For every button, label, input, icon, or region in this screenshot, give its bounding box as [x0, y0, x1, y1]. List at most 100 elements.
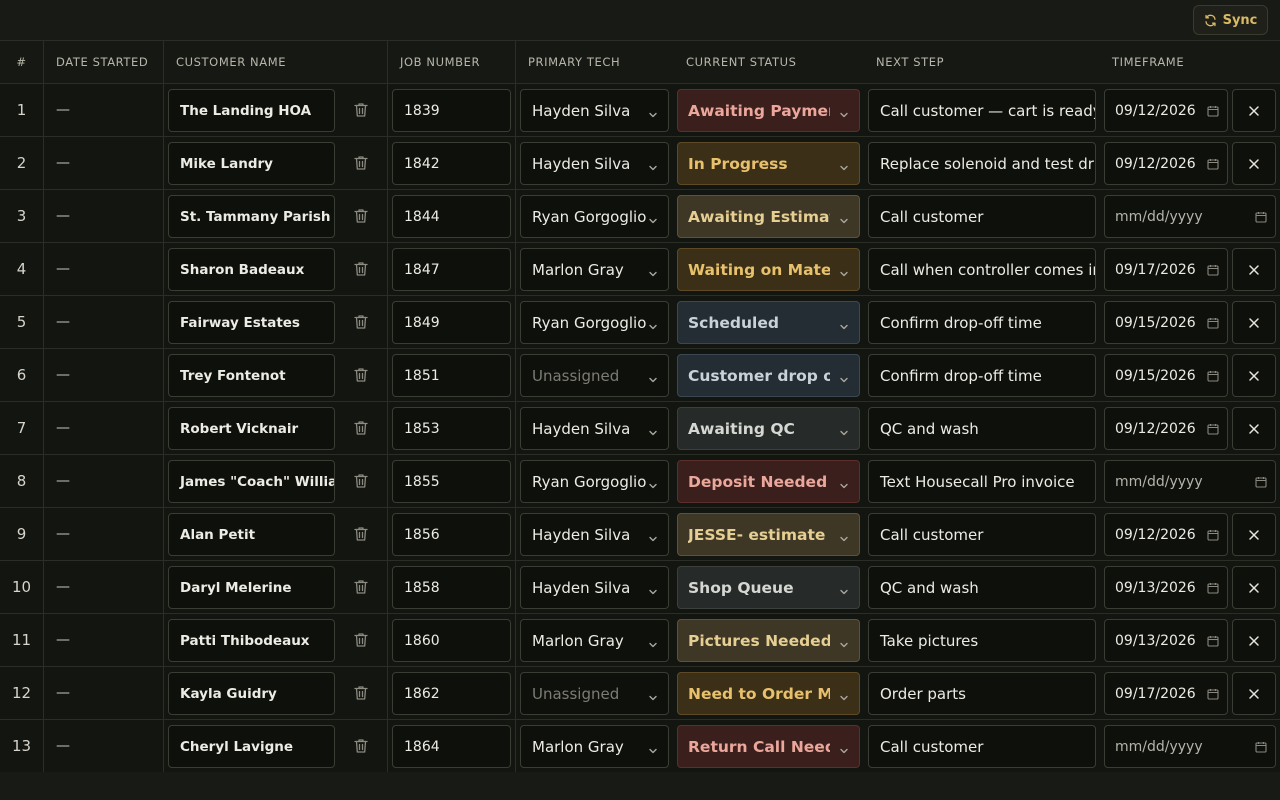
- job-number-input[interactable]: 1839: [392, 89, 511, 132]
- status-select[interactable]: Awaiting Payment: [677, 89, 860, 132]
- timeframe-date-input[interactable]: 09/12/2026: [1104, 407, 1228, 450]
- clear-date-button[interactable]: [1232, 301, 1276, 344]
- next-step-input[interactable]: Replace solenoid and test drive: [868, 142, 1096, 185]
- primary-tech-select[interactable]: Marlon Gray: [520, 248, 669, 291]
- customer-name-input[interactable]: James "Coach" Williams: [168, 460, 335, 503]
- timeframe-date-input[interactable]: mm/dd/yyyy: [1104, 460, 1276, 503]
- date-started-value[interactable]: —: [56, 190, 70, 242]
- calendar-icon[interactable]: [1207, 582, 1219, 594]
- date-started-value[interactable]: —: [56, 667, 70, 719]
- calendar-icon[interactable]: [1255, 741, 1267, 753]
- next-step-input[interactable]: Confirm drop-off time: [868, 354, 1096, 397]
- job-number-input[interactable]: 1853: [392, 407, 511, 450]
- trash-icon[interactable]: [352, 101, 370, 119]
- job-number-input[interactable]: 1842: [392, 142, 511, 185]
- clear-date-button[interactable]: [1232, 354, 1276, 397]
- job-number-input[interactable]: 1858: [392, 566, 511, 609]
- trash-icon[interactable]: [352, 525, 370, 543]
- trash-icon[interactable]: [352, 472, 370, 490]
- primary-tech-select[interactable]: Unassigned: [520, 354, 669, 397]
- trash-icon[interactable]: [352, 366, 370, 384]
- next-step-input[interactable]: Call customer — cart is ready: [868, 89, 1096, 132]
- timeframe-date-input[interactable]: 09/12/2026: [1104, 513, 1228, 556]
- status-select[interactable]: Pictures Needed: [677, 619, 860, 662]
- next-step-input[interactable]: Call when controller comes in: [868, 248, 1096, 291]
- primary-tech-select[interactable]: Hayden Silva: [520, 89, 669, 132]
- timeframe-date-input[interactable]: 09/15/2026: [1104, 354, 1228, 397]
- next-step-input[interactable]: Confirm drop-off time: [868, 301, 1096, 344]
- status-select[interactable]: Deposit Needed: [677, 460, 860, 503]
- customer-name-input[interactable]: Daryl Melerine: [168, 566, 335, 609]
- date-started-value[interactable]: —: [56, 561, 70, 613]
- calendar-icon[interactable]: [1207, 317, 1219, 329]
- date-started-value[interactable]: —: [56, 455, 70, 507]
- clear-date-button[interactable]: [1232, 566, 1276, 609]
- status-select[interactable]: Scheduled: [677, 301, 860, 344]
- trash-icon[interactable]: [352, 419, 370, 437]
- timeframe-date-input[interactable]: 09/12/2026: [1104, 89, 1228, 132]
- next-step-input[interactable]: Call customer: [868, 513, 1096, 556]
- calendar-icon[interactable]: [1255, 476, 1267, 488]
- clear-date-button[interactable]: [1232, 513, 1276, 556]
- primary-tech-select[interactable]: Marlon Gray: [520, 725, 669, 768]
- status-select[interactable]: JESSE- estimate needed: [677, 513, 860, 556]
- timeframe-date-input[interactable]: 09/15/2026: [1104, 301, 1228, 344]
- timeframe-date-input[interactable]: 09/17/2026: [1104, 248, 1228, 291]
- trash-icon[interactable]: [352, 684, 370, 702]
- status-select[interactable]: Customer drop off: [677, 354, 860, 397]
- clear-date-button[interactable]: [1232, 142, 1276, 185]
- calendar-icon[interactable]: [1207, 688, 1219, 700]
- status-select[interactable]: Need to Order Materials: [677, 672, 860, 715]
- next-step-input[interactable]: Call customer: [868, 195, 1096, 238]
- sync-button[interactable]: Sync: [1193, 5, 1268, 35]
- customer-name-input[interactable]: Robert Vicknair: [168, 407, 335, 450]
- customer-name-input[interactable]: Cheryl Lavigne: [168, 725, 335, 768]
- date-started-value[interactable]: —: [56, 349, 70, 401]
- timeframe-date-input[interactable]: 09/12/2026: [1104, 142, 1228, 185]
- status-select[interactable]: Waiting on Materials: [677, 248, 860, 291]
- trash-icon[interactable]: [352, 313, 370, 331]
- customer-name-input[interactable]: Sharon Badeaux: [168, 248, 335, 291]
- primary-tech-select[interactable]: Unassigned: [520, 672, 669, 715]
- date-started-value[interactable]: —: [56, 296, 70, 348]
- clear-date-button[interactable]: [1232, 407, 1276, 450]
- job-number-input[interactable]: 1849: [392, 301, 511, 344]
- timeframe-date-input[interactable]: 09/17/2026: [1104, 672, 1228, 715]
- customer-name-input[interactable]: Fairway Estates: [168, 301, 335, 344]
- status-select[interactable]: Awaiting QC: [677, 407, 860, 450]
- next-step-input[interactable]: Take pictures: [868, 619, 1096, 662]
- clear-date-button[interactable]: [1232, 619, 1276, 662]
- calendar-icon[interactable]: [1255, 211, 1267, 223]
- calendar-icon[interactable]: [1207, 529, 1219, 541]
- timeframe-date-input[interactable]: mm/dd/yyyy: [1104, 725, 1276, 768]
- date-started-value[interactable]: —: [56, 614, 70, 666]
- timeframe-date-input[interactable]: 09/13/2026: [1104, 619, 1228, 662]
- status-select[interactable]: Shop Queue: [677, 566, 860, 609]
- calendar-icon[interactable]: [1207, 158, 1219, 170]
- job-number-input[interactable]: 1844: [392, 195, 511, 238]
- next-step-input[interactable]: QC and wash: [868, 566, 1096, 609]
- customer-name-input[interactable]: Trey Fontenot: [168, 354, 335, 397]
- date-started-value[interactable]: —: [56, 243, 70, 295]
- calendar-icon[interactable]: [1207, 370, 1219, 382]
- job-number-input[interactable]: 1855: [392, 460, 511, 503]
- trash-icon[interactable]: [352, 260, 370, 278]
- status-select[interactable]: Return Call Needed: [677, 725, 860, 768]
- job-number-input[interactable]: 1862: [392, 672, 511, 715]
- next-step-input[interactable]: Text Housecall Pro invoice: [868, 460, 1096, 503]
- date-started-value[interactable]: —: [56, 720, 70, 772]
- date-started-value[interactable]: —: [56, 84, 70, 136]
- primary-tech-select[interactable]: Hayden Silva: [520, 407, 669, 450]
- calendar-icon[interactable]: [1207, 635, 1219, 647]
- customer-name-input[interactable]: Mike Landry: [168, 142, 335, 185]
- primary-tech-select[interactable]: Hayden Silva: [520, 566, 669, 609]
- customer-name-input[interactable]: St. Tammany Parish: [168, 195, 335, 238]
- next-step-input[interactable]: Order parts: [868, 672, 1096, 715]
- job-number-input[interactable]: 1864: [392, 725, 511, 768]
- timeframe-date-input[interactable]: mm/dd/yyyy: [1104, 195, 1276, 238]
- date-started-value[interactable]: —: [56, 137, 70, 189]
- trash-icon[interactable]: [352, 207, 370, 225]
- status-select[interactable]: Awaiting Estimate: [677, 195, 860, 238]
- primary-tech-select[interactable]: Ryan Gorgoglione: [520, 460, 669, 503]
- customer-name-input[interactable]: Patti Thibodeaux: [168, 619, 335, 662]
